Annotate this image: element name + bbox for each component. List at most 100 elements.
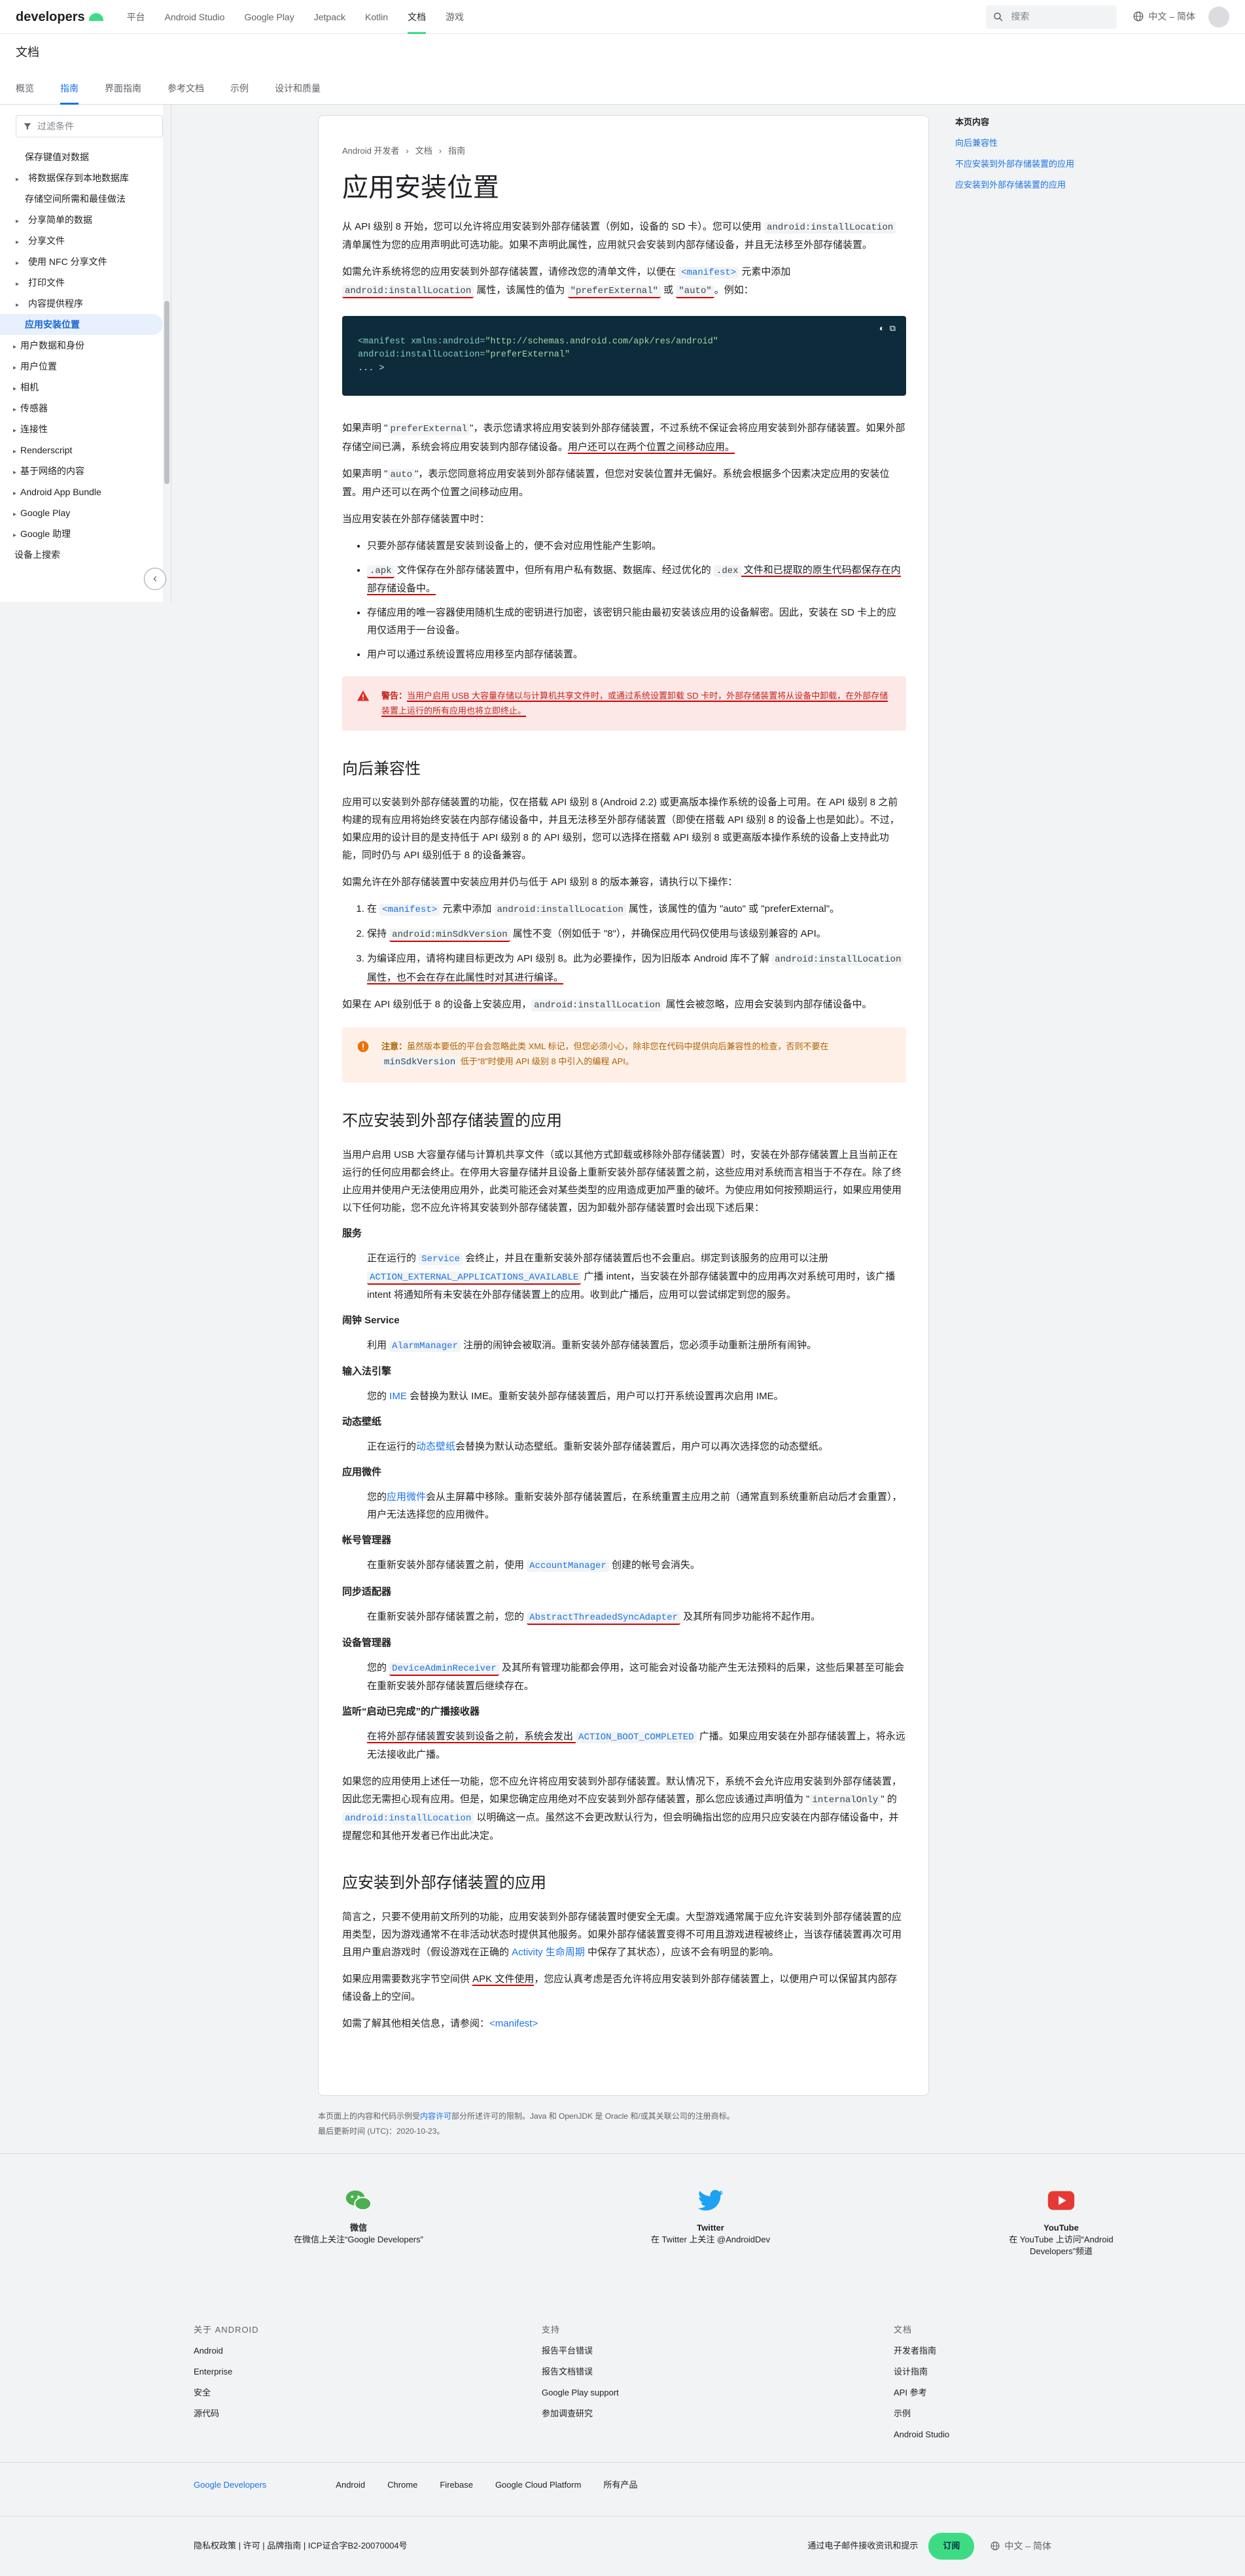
toc-item[interactable]: 应安装到外部存储装置的应用	[955, 178, 1125, 192]
product-link[interactable]: Google Cloud Platform	[495, 2479, 582, 2492]
sidebar-item[interactable]: 存储空间所需和最佳做法	[0, 188, 171, 209]
footer-link[interactable]: 设计指南	[894, 2361, 949, 2382]
toc-item[interactable]: 不应安装到外部存储装置的应用	[955, 157, 1125, 171]
external-storage-list: 只要外部存储装置是安装到设备上的，便不会对应用性能产生影响。 .apk 文件保存…	[367, 537, 906, 663]
warning-icon	[357, 690, 370, 701]
ime-link[interactable]: IME	[389, 1391, 407, 1402]
tab-design-quality[interactable]: 设计和质量	[275, 72, 321, 105]
nav-docs[interactable]: 文档	[408, 0, 427, 34]
social-twitter[interactable]: Twitter 在 Twitter 上关注 @AndroidDev	[639, 2185, 782, 2246]
footer-link[interactable]: Android	[194, 2341, 259, 2361]
language-selector[interactable]: 中文 – 简体	[1132, 9, 1195, 24]
avatar[interactable]	[1208, 6, 1229, 27]
sidebar-item[interactable]: Google Play	[0, 502, 171, 523]
ime-desc: 您的 IME 会替换为默认 IME。重新安装外部存储装置后，用户可以打开系统设置…	[367, 1391, 784, 1402]
activity-lifecycle-link[interactable]: Activity 生命周期	[512, 1947, 585, 1958]
youtube-icon	[1047, 2191, 1075, 2210]
footer-link[interactable]: 安全	[194, 2382, 259, 2403]
license-link[interactable]: 内容许可	[420, 2112, 451, 2121]
sidebar-item[interactable]: 将数据保存到本地数据库	[0, 167, 171, 188]
sidebar-item[interactable]: 用户数据和身份	[0, 335, 171, 356]
sync-desc: 在重新安装外部存储装置之前，您的 AbstractThreadedSyncAda…	[367, 1608, 906, 1626]
sidebar-item[interactable]: 保存键值对数据	[0, 147, 171, 167]
footer-link[interactable]: 报告平台错误	[542, 2341, 619, 2361]
footer-link[interactable]: 示例	[894, 2403, 949, 2424]
should-not-install-heading: 不应安装到外部存储装置的应用	[342, 1112, 562, 1130]
footer-column-about: 关于 ANDROID Android Enterprise 安全 源代码	[194, 2320, 259, 2424]
social-wechat[interactable]: 微信 在微信上关注“Google Developers”	[287, 2185, 430, 2246]
sidebar-item[interactable]: 连接性	[0, 419, 171, 440]
sidebar-item[interactable]: 内容提供程序	[0, 293, 171, 314]
boot-receiver-desc: 在将外部存储装置安装到设备之前，系统会发出 ACTION_BOOT_COMPLE…	[367, 1730, 905, 1761]
footer-link[interactable]: Enterprise	[194, 2361, 259, 2382]
backward-compat-heading: 向后兼容性	[342, 759, 421, 778]
sidebar-item[interactable]: Google 助理	[0, 523, 171, 544]
developers-logo[interactable]: developers	[16, 7, 103, 27]
subscribe-button[interactable]: 订阅	[928, 2533, 975, 2560]
nav-kotlin[interactable]: Kotlin	[365, 0, 388, 34]
filter-input[interactable]: 过滤条件	[16, 115, 163, 137]
footer-link[interactable]: API 参考	[894, 2382, 949, 2403]
nav-platform[interactable]: 平台	[127, 0, 145, 34]
search-input[interactable]: 搜索	[986, 5, 1117, 29]
account-desc: 在重新安装外部存储装置之前，使用 AccountManager 创建的帐号会消失…	[367, 1559, 700, 1573]
toc-item[interactable]: 向后兼容性	[955, 136, 1125, 150]
twitter-icon	[697, 2189, 724, 2211]
bottom-bar: 隐私权政策 | 许可 | 品牌指南 | ICP证合字B2-20070004号 通…	[0, 2516, 1245, 2576]
table-of-contents: 本页内容 向后兼容性 不应安装到外部存储装置的应用 应安装到外部存储装置的应用	[955, 115, 1125, 199]
copy-icon[interactable]: ⧉	[890, 322, 896, 336]
sidebar-item[interactable]: 设备上搜索	[0, 544, 171, 565]
footer-link[interactable]: 报告文档错误	[542, 2361, 619, 2382]
nav-scrollbar[interactable]	[163, 105, 171, 602]
tab-ui-guides[interactable]: 界面指南	[105, 72, 141, 105]
product-link[interactable]: Chrome	[387, 2479, 417, 2492]
list-item: 存储应用的唯一容器使用随机生成的密钥进行加密，该密钥只能由最初安装该应用的设备解…	[367, 604, 906, 639]
code-sample: ◐ ⧉ <manifest xmlns:android="http://sche…	[342, 315, 906, 396]
manifest-link[interactable]: <manifest>	[489, 2018, 538, 2029]
legal-links[interactable]: 隐私权政策 | 许可 | 品牌指南 | ICP证合字B2-20070004号	[194, 2539, 408, 2553]
sidebar-item[interactable]: 相机	[0, 377, 171, 398]
sidebar-item[interactable]: Renderscript	[0, 440, 171, 461]
services-heading: 服务	[342, 1227, 362, 1239]
product-link[interactable]: Android	[336, 2479, 365, 2492]
sidebar-item-active[interactable]: 应用安装位置	[0, 314, 163, 335]
social-youtube[interactable]: YouTube 在 YouTube 上访问“Android Developers…	[989, 2185, 1133, 2258]
tab-guides[interactable]: 指南	[60, 72, 79, 105]
sidebar-item[interactable]: 分享文件	[0, 230, 171, 251]
sidebar-item[interactable]: 基于网络的内容	[0, 461, 171, 481]
nav-scroll-thumb[interactable]	[164, 301, 169, 484]
intro-paragraph: 从 API 级别 8 开始，您可以允许将应用安装到外部存储装置（例如，设备的 S…	[342, 218, 906, 254]
should-install-paragraph: 简言之，只要不使用前文所列的功能，应用安装到外部存储装置时便安全无虞。大型游戏通…	[342, 1911, 902, 1958]
sidebar-item[interactable]: 用户位置	[0, 356, 171, 377]
footer-link[interactable]: 参加调查研究	[542, 2403, 619, 2424]
sidebar-item[interactable]: 传感器	[0, 398, 171, 419]
tab-samples[interactable]: 示例	[230, 72, 249, 105]
footer-link[interactable]: Android Studio	[894, 2424, 949, 2445]
collapse-nav-button[interactable]: ‹	[144, 568, 166, 590]
footer-link[interactable]: 源代码	[194, 2403, 259, 2424]
nav-android-studio[interactable]: Android Studio	[165, 0, 225, 34]
tab-overview[interactable]: 概览	[16, 72, 34, 105]
sidebar-item[interactable]: 使用 NFC 分享文件	[0, 251, 171, 272]
breadcrumb-docs[interactable]: 文档	[415, 145, 432, 158]
footer-language-selector[interactable]: 中文 – 简体	[990, 2539, 1051, 2553]
sidebar-item[interactable]: Android App Bundle	[0, 481, 171, 502]
product-link[interactable]: 所有产品	[603, 2479, 637, 2492]
tab-reference[interactable]: 参考文档	[167, 72, 204, 105]
product-link[interactable]: Firebase	[440, 2479, 473, 2492]
google-developers-link[interactable]: Google Developers	[194, 2479, 266, 2492]
widget-link[interactable]: 应用微件	[387, 1491, 426, 1503]
breadcrumb-guides[interactable]: 指南	[448, 145, 465, 158]
wallpaper-link[interactable]: 动态壁纸	[416, 1441, 455, 1452]
breadcrumb-android-developers[interactable]: Android 开发者	[342, 145, 399, 158]
sidebar-item[interactable]: 分享简单的数据	[0, 209, 171, 230]
dark-mode-icon[interactable]: ◐	[879, 322, 885, 336]
section-tabs: 概览 指南 界面指南 参考文档 示例 设计和质量	[16, 72, 321, 105]
nav-jetpack[interactable]: Jetpack	[314, 0, 345, 34]
sidebar-item[interactable]: 打印文件	[0, 272, 171, 293]
nav-games[interactable]: 游戏	[446, 0, 464, 34]
globe-icon	[1133, 12, 1144, 22]
footer-link[interactable]: Google Play support	[542, 2382, 619, 2403]
footer-link[interactable]: 开发者指南	[894, 2341, 949, 2361]
nav-google-play[interactable]: Google Play	[244, 0, 294, 34]
